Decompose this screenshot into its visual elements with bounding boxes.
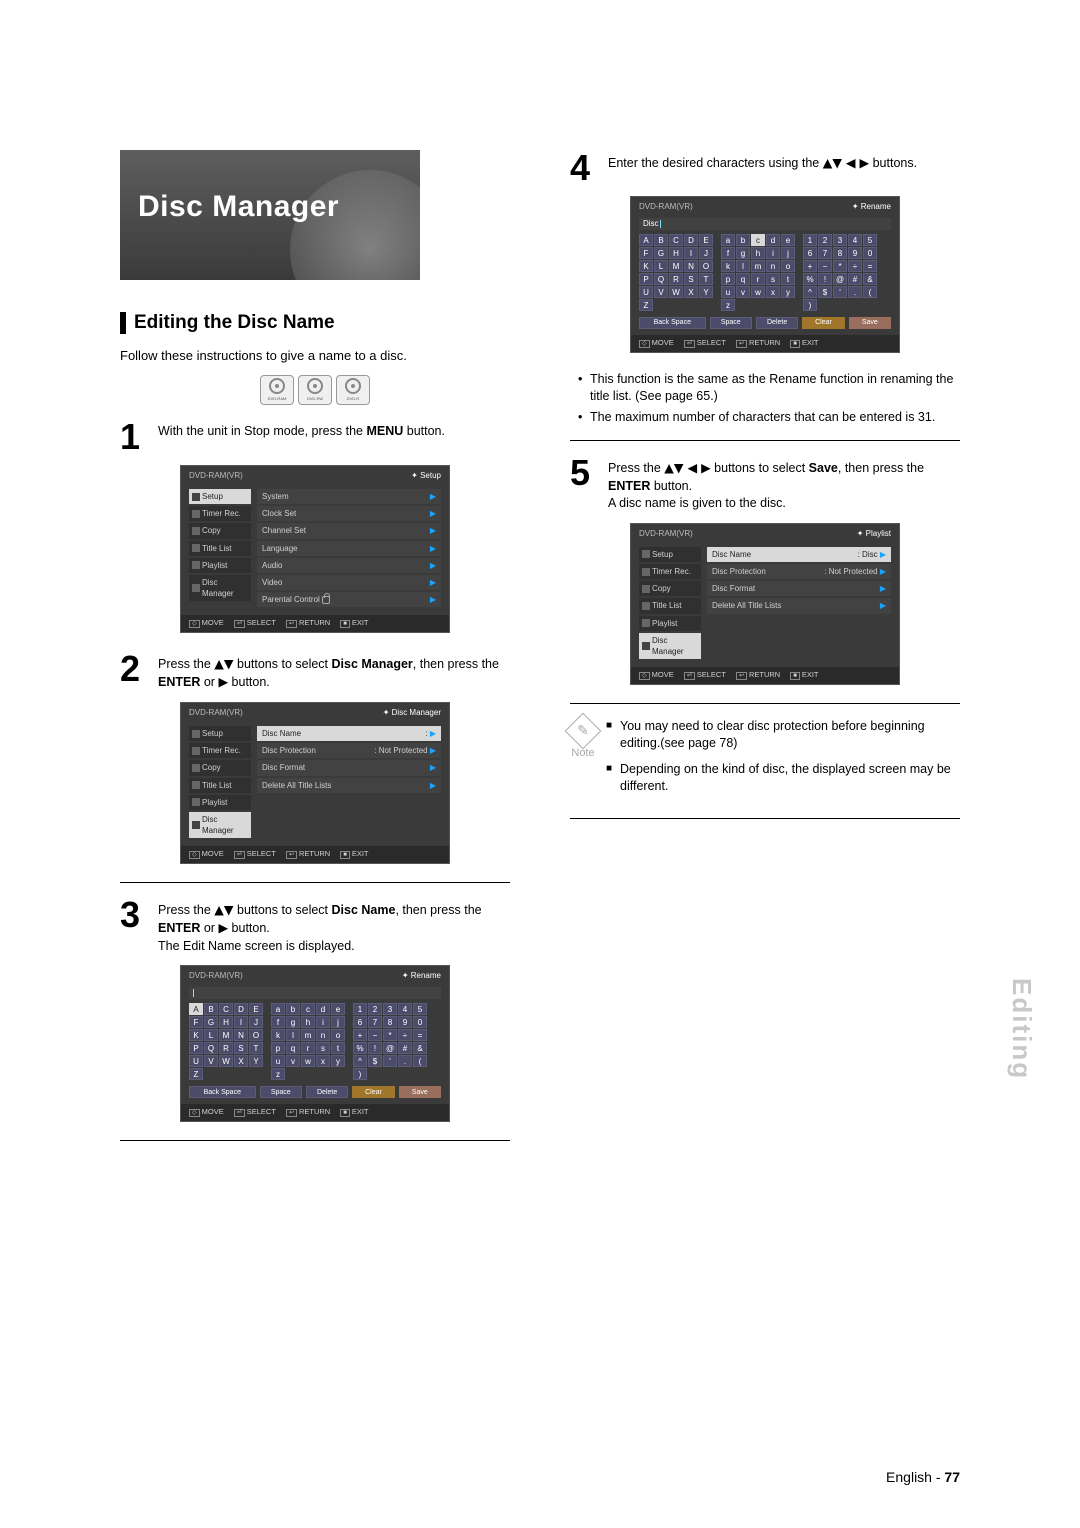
note-icon: ✎ Note [570, 718, 596, 804]
step-text: Press the ▲▼ ◀ ▶ buttons to select Save,… [608, 455, 960, 513]
osd-rename-disc: DVD-RAM(VR)Rename Disc ABCDEFGHIJKLMNOPQ… [630, 196, 900, 353]
osd-keyboard: ABCDEFGHIJKLMNOPQRSTUVWXYZ abcdefghijklm… [181, 1003, 449, 1086]
section-heading: Editing the Disc Name [120, 310, 510, 337]
step-text: Press the ▲▼ buttons to select Disc Name… [158, 897, 510, 956]
osd-keyboard: ABCDEFGHIJKLMNOPQRSTUVWXYZ abcdefghijklm… [631, 234, 899, 317]
page-footer: English - 77 [886, 1468, 960, 1488]
step-text: With the unit in Stop mode, press the ME… [158, 419, 445, 455]
step-number: 2 [120, 651, 148, 692]
two-column-layout: Disc Manager Editing the Disc Name Follo… [120, 150, 960, 1155]
step-2: 2 Press the ▲▼ buttons to select Disc Ma… [120, 651, 510, 692]
disc-type-badges: DVD-RAM DVD-RW DVD-R [120, 375, 510, 405]
osd-name-field [189, 987, 441, 999]
heading-bar-icon [120, 312, 126, 334]
step-5: 5 Press the ▲▼ ◀ ▶ buttons to select Sav… [570, 455, 960, 513]
step-number: 1 [120, 419, 148, 455]
osd-side-copy: Copy [189, 523, 251, 538]
step-number: 3 [120, 897, 148, 956]
divider [570, 440, 960, 441]
section-heading-text: Editing the Disc Name [134, 310, 335, 337]
osd-rename-empty: DVD-RAM(VR)Rename ABCDEFGHIJKLMNOPQRSTUV… [180, 965, 450, 1122]
divider [570, 703, 960, 704]
step-4: 4 Enter the desired characters using the… [570, 150, 960, 186]
divider [120, 882, 510, 883]
chapter-title: Disc Manager [138, 186, 339, 228]
osd-name-field: Disc [639, 218, 891, 230]
udlr-icon: ▲▼ ◀ ▶ [664, 460, 710, 475]
osd-disc-manager: DVD-RAM(VR)Disc Manager Setup Timer Rec.… [180, 702, 450, 864]
note-block: ✎ Note You may need to clear disc protec… [570, 718, 960, 804]
step-text: Enter the desired characters using the ▲… [608, 150, 917, 186]
osd-side-setup: Setup [189, 489, 251, 504]
up-down-icon: ▲▼ [214, 902, 233, 917]
badge-dvd-ram: DVD-RAM [260, 375, 294, 405]
step-number: 5 [570, 455, 598, 513]
badge-dvd-r: DVD-R [336, 375, 370, 405]
osd-side-timer: Timer Rec. [189, 506, 251, 521]
osd-result: DVD-RAM(VR)Playlist Setup Timer Rec. Cop… [630, 523, 900, 685]
udlr-icon: ▲▼ ◀ ▶ [823, 155, 869, 170]
right-icon: ▶ [218, 920, 228, 935]
divider [120, 1140, 510, 1141]
step-text: Press the ▲▼ buttons to select Disc Mana… [158, 651, 510, 692]
side-tab-label: Editing [1004, 978, 1040, 1080]
chapter-title-box: Disc Manager [120, 150, 420, 280]
step-3: 3 Press the ▲▼ buttons to select Disc Na… [120, 897, 510, 956]
step-1: 1 With the unit in Stop mode, press the … [120, 419, 510, 455]
right-column: 4 Enter the desired characters using the… [570, 150, 960, 1155]
badge-dvd-rw: DVD-RW [298, 375, 332, 405]
intro-paragraph: Follow these instructions to give a name… [120, 347, 510, 365]
left-column: Disc Manager Editing the Disc Name Follo… [120, 150, 510, 1155]
osd-side-titlelist: Title List [189, 541, 251, 556]
lock-icon [322, 596, 330, 604]
notes-after-step4: This function is the same as the Rename … [580, 371, 960, 427]
osd-side-playlist: Playlist [189, 558, 251, 573]
right-icon: ▶ [218, 674, 228, 689]
osd-setup-menu: DVD-RAM(VR)Setup Setup Timer Rec. Copy T… [180, 465, 450, 633]
divider [570, 818, 960, 819]
step-number: 4 [570, 150, 598, 186]
up-down-icon: ▲▼ [214, 656, 233, 671]
osd-side-discmgr: Disc Manager [189, 575, 251, 601]
